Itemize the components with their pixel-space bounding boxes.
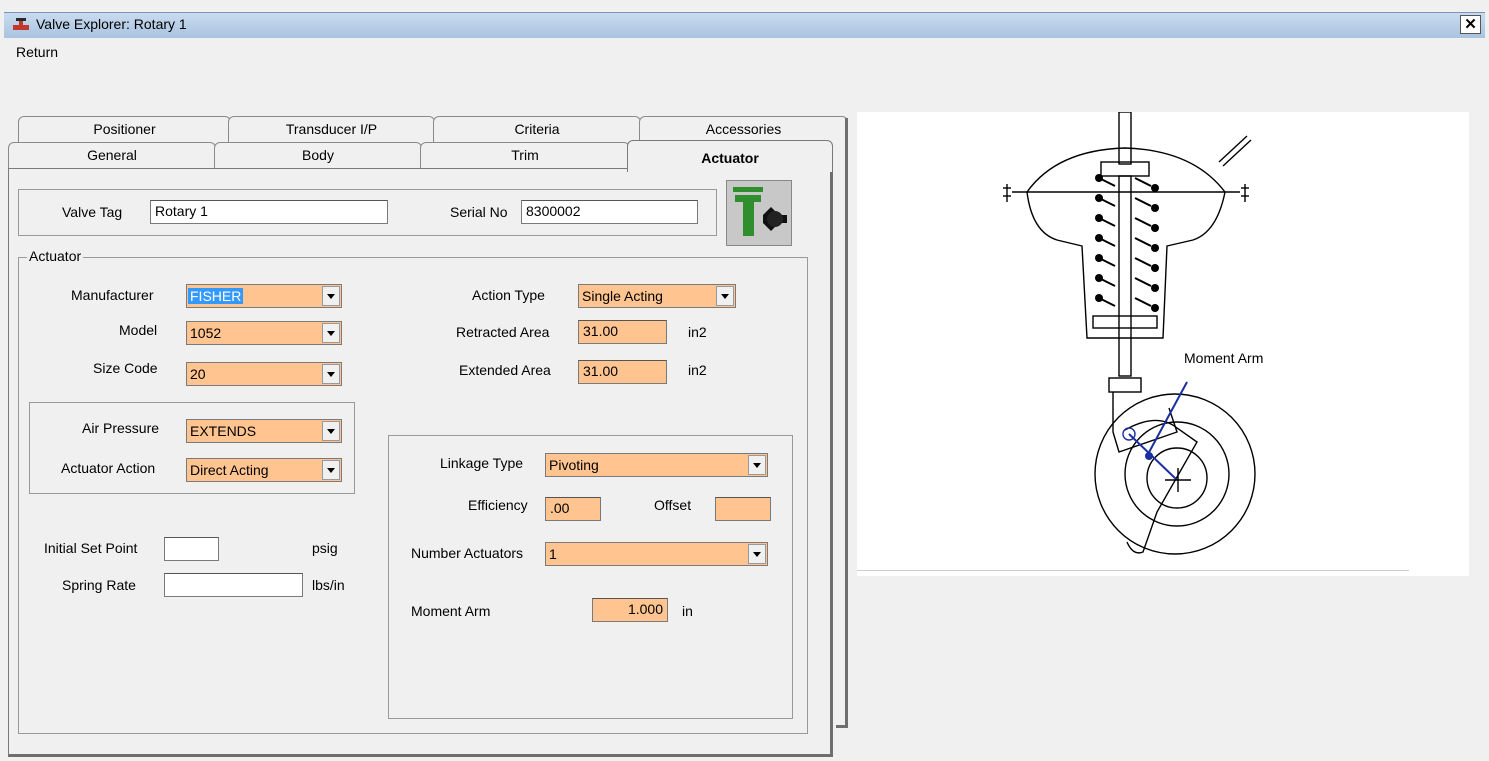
window-title: Valve Explorer: Rotary 1 (36, 16, 187, 32)
offset-label: Offset (654, 497, 692, 513)
tab-trim[interactable]: Trim (420, 142, 630, 168)
actuator-action-label: Actuator Action (61, 460, 156, 476)
tab-label: Transducer I/P (285, 121, 378, 137)
offset-input[interactable] (715, 497, 771, 521)
action-type-select[interactable]: Single Acting (578, 284, 736, 308)
chevron-down-icon[interactable] (322, 364, 340, 384)
initial-set-point-label: Initial Set Point (44, 540, 138, 556)
tab-accessories[interactable]: Accessories (639, 116, 848, 142)
model-select[interactable]: 1052 (186, 321, 342, 345)
chevron-down-icon[interactable] (322, 286, 340, 306)
menu-return[interactable]: Return (16, 44, 58, 60)
title-bar: Valve Explorer: Rotary 1 ✕ (0, 0, 1489, 39)
chevron-down-icon[interactable] (322, 421, 340, 441)
air-pressure-label: Air Pressure (82, 420, 160, 436)
extended-area-unit: in2 (688, 362, 707, 378)
tab-transducer[interactable]: Transducer I/P (228, 116, 435, 142)
chevron-down-icon[interactable] (322, 323, 340, 343)
title-strip (4, 12, 1485, 38)
chevron-down-icon[interactable] (322, 460, 340, 480)
valve-tag-label: Valve Tag (62, 204, 123, 220)
actuator-tool-button[interactable] (726, 180, 792, 246)
valve-tag-input[interactable]: Rotary 1 (150, 200, 388, 224)
tab-panel-back-edge (836, 118, 848, 728)
chevron-down-icon[interactable] (716, 286, 734, 306)
spring-rate-input[interactable] (164, 573, 303, 597)
actuator-action-select[interactable]: Direct Acting (186, 458, 342, 482)
efficiency-input[interactable]: .00 (545, 497, 601, 521)
tab-label: General (87, 147, 137, 163)
close-icon: ✕ (1464, 16, 1477, 33)
serial-no-label: Serial No (450, 204, 508, 220)
air-pressure-select[interactable]: EXTENDS (186, 419, 342, 443)
action-type-value: Single Acting (582, 288, 663, 304)
air-pressure-value: EXTENDS (190, 423, 257, 439)
initial-set-point-unit: psig (312, 540, 338, 556)
manufacturer-value: FISHER (188, 288, 244, 304)
linkage-type-label: Linkage Type (440, 455, 524, 471)
valve-app-icon (13, 18, 29, 30)
actuator-diagram: Moment Arm (857, 111, 1469, 576)
number-actuators-label: Number Actuators (411, 545, 524, 561)
chevron-down-icon[interactable] (748, 544, 766, 564)
actuator-group-title: Actuator (27, 248, 84, 264)
extended-area-label: Extended Area (459, 362, 551, 378)
rotary-actuator-drawing (1003, 111, 1256, 555)
size-code-select[interactable]: 20 (186, 362, 342, 386)
initial-set-point-input[interactable] (164, 537, 219, 561)
close-button[interactable]: ✕ (1460, 15, 1481, 34)
linkage-type-select[interactable]: Pivoting (545, 453, 768, 477)
action-type-label: Action Type (472, 287, 545, 303)
number-actuators-select[interactable]: 1 (545, 542, 768, 566)
spring-rate-label: Spring Rate (62, 577, 136, 593)
linkage-groupbox (388, 435, 793, 719)
tab-criteria[interactable]: Criteria (433, 116, 641, 142)
actuator-settings-icon (733, 187, 787, 236)
tab-label: Actuator (701, 150, 759, 166)
serial-no-input[interactable]: 8300002 (521, 200, 698, 224)
tab-positioner[interactable]: Positioner (18, 116, 231, 142)
tab-body[interactable]: Body (214, 142, 422, 168)
actuator-action-value: Direct Acting (190, 462, 269, 478)
manufacturer-label: Manufacturer (71, 287, 154, 303)
tab-label: Positioner (93, 121, 156, 137)
tab-label: Body (302, 147, 334, 163)
diagram-divider (857, 570, 1409, 571)
tab-label: Trim (511, 147, 539, 163)
retracted-area-input[interactable]: 31.00 (578, 320, 667, 344)
number-actuators-value: 1 (549, 546, 557, 562)
extended-area-input[interactable]: 31.00 (578, 360, 667, 384)
model-label: Model (119, 322, 158, 338)
moment-arm-diagram-label: Moment Arm (1184, 350, 1264, 366)
tab-label: Accessories (705, 121, 782, 137)
moment-arm-input[interactable]: 1.000 (592, 598, 668, 622)
linkage-type-value: Pivoting (549, 457, 599, 473)
tab-general[interactable]: General (8, 142, 216, 168)
size-code-label: Size Code (93, 360, 158, 376)
tab-label: Criteria (514, 121, 560, 137)
tab-actuator[interactable]: Actuator (627, 140, 833, 172)
size-code-value: 20 (190, 366, 206, 382)
chevron-down-icon[interactable] (748, 455, 766, 475)
spring-rate-unit: lbs/in (312, 577, 345, 593)
retracted-area-label: Retracted Area (456, 324, 550, 340)
efficiency-label: Efficiency (468, 497, 528, 513)
moment-arm-unit: in (682, 603, 693, 619)
retracted-area-unit: in2 (688, 324, 707, 340)
moment-arm-label: Moment Arm (411, 603, 491, 619)
manufacturer-select[interactable]: FISHER (186, 284, 342, 308)
model-value: 1052 (190, 325, 222, 341)
